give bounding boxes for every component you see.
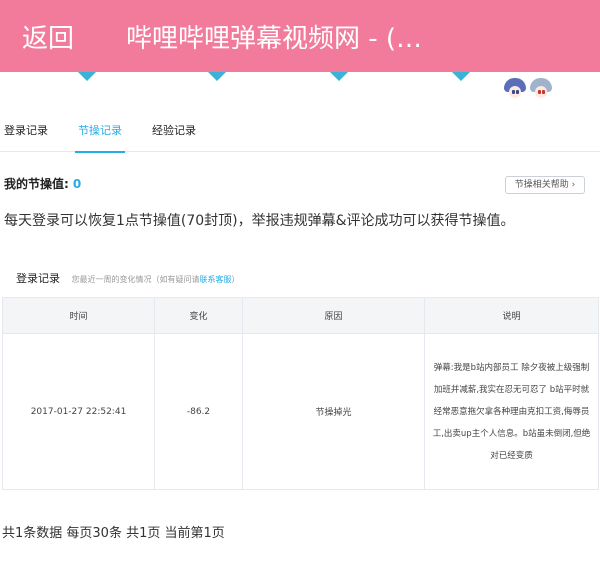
top-bar: 返回 哔哩哔哩弹幕视频网 - (… bbox=[0, 0, 600, 72]
section-title: 登录记录 bbox=[16, 272, 60, 285]
pagination-info: 共1条数据 每页30条 共1页 当前第1页 bbox=[2, 526, 225, 541]
column-header-time: 时间 bbox=[2, 297, 155, 334]
contact-support-link[interactable]: 联系客服 bbox=[200, 275, 232, 284]
mascot-33-icon bbox=[530, 78, 552, 102]
chevron-right-icon: › bbox=[571, 180, 576, 190]
page-title: 哔哩哔哩弹幕视频网 - (… bbox=[126, 23, 423, 54]
column-header-change: 变化 bbox=[154, 297, 243, 334]
cell-change: -86.2 bbox=[154, 333, 243, 490]
column-header-reason: 原因 bbox=[242, 297, 425, 334]
note-line: 对已经变质 bbox=[490, 450, 533, 461]
banner-decoration bbox=[452, 72, 470, 81]
info-text: 每天登录可以恢复1点节操值(70封顶)，举报违规弹幕&评论成功可以获得节操值。 bbox=[4, 213, 515, 229]
jiecao-summary: 我的节操值: 0 bbox=[4, 175, 81, 192]
banner-decoration bbox=[208, 72, 226, 81]
note-line: 经常恶意拖欠拿各种理由克扣工资,侮辱员 bbox=[433, 406, 590, 417]
cell-reason: 节操掉光 bbox=[242, 333, 425, 490]
tab-login-records[interactable]: 登录记录 bbox=[4, 112, 48, 152]
column-header-note: 说明 bbox=[424, 297, 599, 334]
jiecao-help-label: 节操相关帮助 bbox=[514, 180, 569, 190]
tab-exp-records[interactable]: 经验记录 bbox=[152, 112, 196, 152]
jiecao-help-button[interactable]: 节操相关帮助 › bbox=[505, 176, 585, 194]
banner-decoration bbox=[78, 72, 96, 81]
banner-decoration bbox=[330, 72, 348, 81]
note-line: 弹幕:我是b站内部员工 除夕夜被上级强制 bbox=[433, 362, 590, 373]
mascot-22-icon bbox=[504, 78, 526, 102]
jiecao-label: 我的节操值: bbox=[4, 177, 69, 191]
banner bbox=[0, 72, 600, 106]
back-button[interactable]: 返回 bbox=[0, 18, 110, 55]
cell-note: 弹幕:我是b站内部员工 除夕夜被上级强制 加班并减薪,我实在忍无可忍了 b站平时… bbox=[424, 333, 599, 490]
tab-jiecao-records[interactable]: 节操记录 bbox=[75, 112, 125, 153]
jiecao-value: 0 bbox=[72, 177, 82, 191]
table-row: 2017-01-27 22:52:41 -86.2 节操掉光 弹幕:我是b站内部… bbox=[2, 333, 599, 490]
note-line: 工,出卖up主个人信息。b站虽未倒闭,但绝 bbox=[432, 428, 591, 439]
section-hint: 您最近一周的变化情况（如有疑问请联系客服） bbox=[71, 275, 240, 284]
table-header-row: 时间 变化 原因 说明 bbox=[2, 297, 599, 334]
note-line: 加班并减薪,我实在忍无可忍了 b站平时就 bbox=[433, 384, 590, 395]
tab-bar: 登录记录 节操记录 经验记录 bbox=[0, 112, 600, 153]
records-table: 时间 变化 原因 说明 2017-01-27 22:52:41 -86.2 节操… bbox=[2, 297, 599, 490]
cell-time: 2017-01-27 22:52:41 bbox=[2, 333, 155, 490]
section-header: 登录记录 您最近一周的变化情况（如有疑问请联系客服） bbox=[16, 270, 240, 286]
